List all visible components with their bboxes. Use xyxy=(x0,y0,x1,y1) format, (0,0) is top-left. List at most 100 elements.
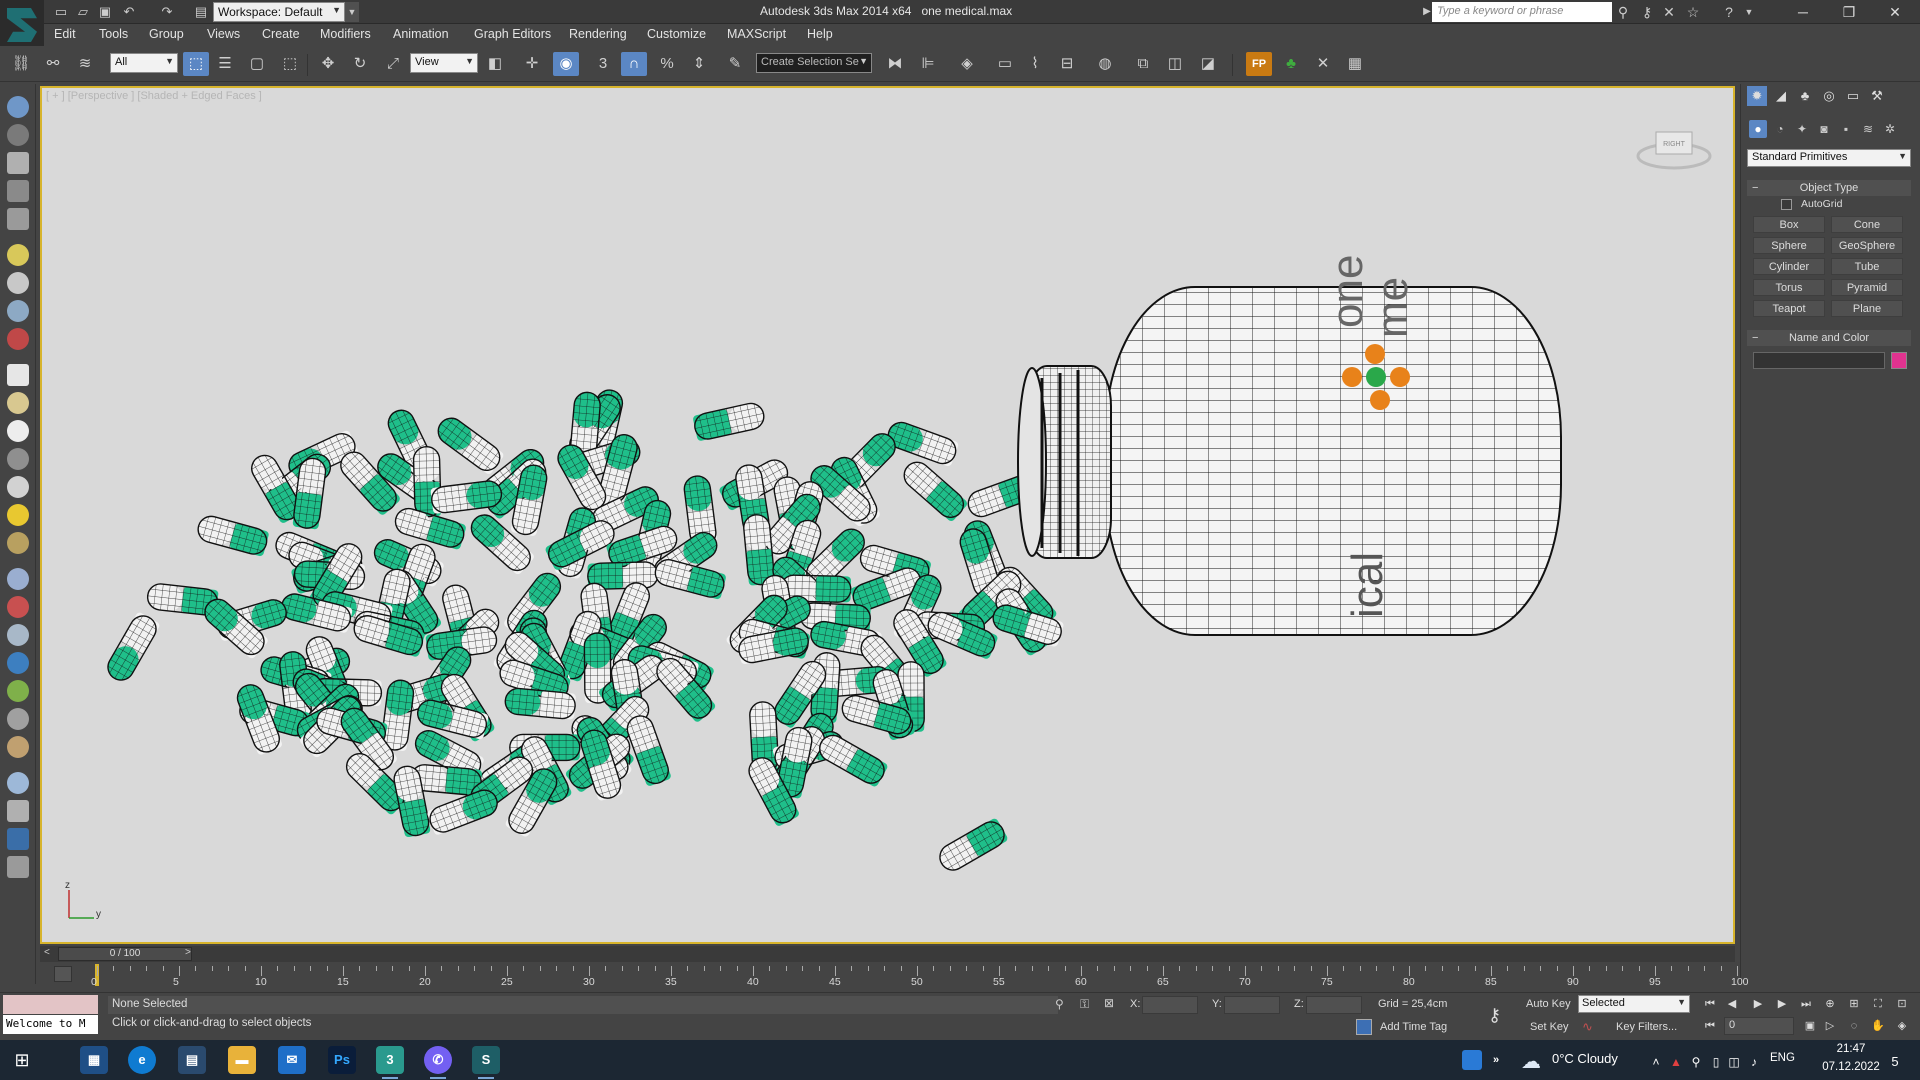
spinner-snap-icon[interactable]: ⇕ xyxy=(686,52,712,76)
onedrive-icon[interactable] xyxy=(1462,1050,1482,1070)
set-key-button[interactable]: Set Key xyxy=(1530,1021,1569,1033)
workspace-menu-arrow[interactable]: ▼ xyxy=(345,2,359,22)
restore-button[interactable]: ❐ xyxy=(1826,0,1872,24)
file-explorer-icon[interactable]: ▬ xyxy=(228,1046,256,1074)
next-frame-icon[interactable]: ▶ xyxy=(1772,995,1792,1013)
close-button[interactable]: ✕ xyxy=(1872,0,1918,24)
windows-start-icon[interactable]: ⊞ xyxy=(8,1046,36,1074)
new-file-icon[interactable]: ▭ xyxy=(52,3,70,21)
sun-icon[interactable] xyxy=(7,504,29,526)
menu-animation[interactable]: Animation xyxy=(393,27,449,41)
select-and-manipulate-icon[interactable]: ✛ xyxy=(519,52,545,76)
weather-status[interactable]: 0°C Cloudy xyxy=(1552,1051,1618,1066)
torus-button[interactable]: Torus xyxy=(1753,279,1825,296)
edge-browser-icon[interactable]: e xyxy=(128,1046,156,1074)
tools-icon[interactable]: ✕ xyxy=(1310,52,1336,76)
snaps-toggle-icon[interactable]: 3 xyxy=(590,52,616,76)
toggle-ribbon-icon[interactable]: ▭ xyxy=(992,52,1018,76)
menu-customize[interactable]: Customize xyxy=(647,27,706,41)
open-file-icon[interactable]: ▱ xyxy=(74,3,92,21)
star-icon[interactable]: ☆ xyxy=(1684,3,1702,21)
tube-button[interactable]: Tube xyxy=(1831,258,1903,275)
battery-icon[interactable]: ▯ xyxy=(1708,1048,1724,1076)
pan-view-icon[interactable]: ✋ xyxy=(1868,1017,1888,1035)
menu-graph-editors[interactable]: Graph Editors xyxy=(474,27,551,41)
menu-create[interactable]: Create xyxy=(262,27,300,41)
geometry-icon[interactable]: ● xyxy=(1749,120,1767,138)
orbit-icon[interactable]: ◈ xyxy=(1892,1017,1912,1035)
project-folder-icon[interactable]: ▤ xyxy=(192,3,210,21)
render-production-icon[interactable]: ◪ xyxy=(1195,52,1221,76)
utilities-tab-icon[interactable]: ⚒ xyxy=(1867,86,1887,106)
task-view-icon[interactable]: ▦ xyxy=(80,1046,108,1074)
chevron-up-icon[interactable]: » xyxy=(1488,1046,1504,1074)
clock-date[interactable]: 07.12.2022 xyxy=(1820,1061,1882,1073)
select-and-move-icon[interactable]: ✥ xyxy=(315,52,341,76)
pivot-center-icon[interactable]: ◧ xyxy=(482,52,508,76)
play-icon[interactable]: ▶ xyxy=(1748,995,1768,1013)
key-icon[interactable]: ⚷ xyxy=(1638,3,1656,21)
viewcube[interactable]: RIGHT xyxy=(1632,118,1716,181)
object-type-rollout-header[interactable]: − Object Type xyxy=(1747,180,1911,196)
redo-icon[interactable]: ↷ xyxy=(158,3,176,21)
unlink-icon[interactable]: ⚯ xyxy=(40,52,66,76)
zoom-extents-all-icon[interactable]: ⊡ xyxy=(1892,995,1912,1013)
shapes-icon[interactable]: ◔ xyxy=(1771,120,1789,138)
time-tag-icon[interactable] xyxy=(1356,1019,1372,1035)
tray-app-icon[interactable]: ▲ xyxy=(1668,1048,1684,1076)
object-color-swatch[interactable] xyxy=(1891,352,1907,369)
maxscript-listener-output[interactable]: Welcome to M xyxy=(3,1015,98,1034)
network-icon[interactable]: ◫ xyxy=(1726,1048,1742,1076)
select-and-rotate-icon[interactable]: ↻ xyxy=(347,52,373,76)
undo-icon[interactable]: ↶ xyxy=(120,3,138,21)
time-prev-icon[interactable]: < xyxy=(44,947,50,958)
y-coordinate-field[interactable] xyxy=(1224,996,1280,1014)
helper-icon[interactable] xyxy=(7,300,29,322)
angle-snap-icon[interactable]: ∩ xyxy=(621,52,647,76)
save-file-icon[interactable]: ▣ xyxy=(96,3,114,21)
rectangular-selection-icon[interactable]: ▢ xyxy=(244,52,270,76)
show-hidden-icons-icon[interactable]: ˄ xyxy=(1648,1048,1664,1076)
cone-icon[interactable] xyxy=(7,476,29,498)
cloud-icon[interactable]: ☁ xyxy=(1518,1048,1544,1073)
maxscript-listener-input[interactable] xyxy=(3,995,98,1014)
add-time-tag[interactable]: Add Time Tag xyxy=(1380,1021,1447,1033)
binoculars-icon[interactable]: ⚲ xyxy=(1614,3,1632,21)
key-filters-button[interactable]: Key Filters... xyxy=(1616,1021,1677,1033)
menu-rendering[interactable]: Rendering xyxy=(569,27,627,41)
viewport-canvas-icon[interactable] xyxy=(7,152,29,174)
camera-rig-icon[interactable] xyxy=(7,624,29,646)
3ds-max-secondary-icon[interactable]: 3 xyxy=(376,1046,404,1079)
cylinder-button[interactable]: Cylinder xyxy=(1753,258,1825,275)
name-and-color-rollout-header[interactable]: − Name and Color xyxy=(1747,330,1911,346)
railclone-tree-icon[interactable]: ♣ xyxy=(1278,52,1304,76)
rendered-frame-window-icon[interactable]: ◫ xyxy=(1162,52,1188,76)
cameras-icon[interactable]: ◙ xyxy=(1815,120,1833,138)
scatter-icon[interactable] xyxy=(7,568,29,590)
object-category-dropdown[interactable]: Standard Primitives ▼ xyxy=(1747,149,1911,167)
time-slider-thumb[interactable]: 0 / 100 xyxy=(58,947,192,961)
cone-button[interactable]: Cone xyxy=(1831,216,1903,233)
create-tab-icon[interactable]: ✹ xyxy=(1747,86,1767,106)
light-bulb-icon[interactable] xyxy=(7,244,29,266)
pyramid-button[interactable]: Pyramid xyxy=(1831,279,1903,296)
menu-tools[interactable]: Tools xyxy=(99,27,128,41)
mirror-icon[interactable]: ⧓ xyxy=(882,52,908,76)
application-button[interactable] xyxy=(0,0,44,50)
lights-icon[interactable]: ✦ xyxy=(1793,120,1811,138)
plane-icon[interactable] xyxy=(7,364,29,386)
clock-time[interactable]: 21:47 xyxy=(1820,1043,1882,1055)
language-indicator[interactable]: ENG xyxy=(1770,1052,1795,1064)
percent-snap-icon[interactable]: % xyxy=(654,52,680,76)
zoom-icon[interactable]: ⊕ xyxy=(1820,995,1840,1013)
zoom-extents-icon[interactable]: ⛶ xyxy=(1868,995,1888,1013)
walk-through-icon[interactable]: ◌ xyxy=(1844,1017,1864,1035)
viber-icon[interactable]: ✆ xyxy=(424,1046,452,1079)
render-icon[interactable] xyxy=(7,800,29,822)
select-by-name-icon[interactable]: ☰ xyxy=(212,52,238,76)
sphere-icon[interactable] xyxy=(7,420,29,442)
modify-tab-icon[interactable]: ◢ xyxy=(1771,86,1791,106)
default-tangents-icon[interactable]: ∿ xyxy=(1582,1019,1593,1035)
gear-group-icon[interactable] xyxy=(7,272,29,294)
paint-icon[interactable] xyxy=(7,596,29,618)
